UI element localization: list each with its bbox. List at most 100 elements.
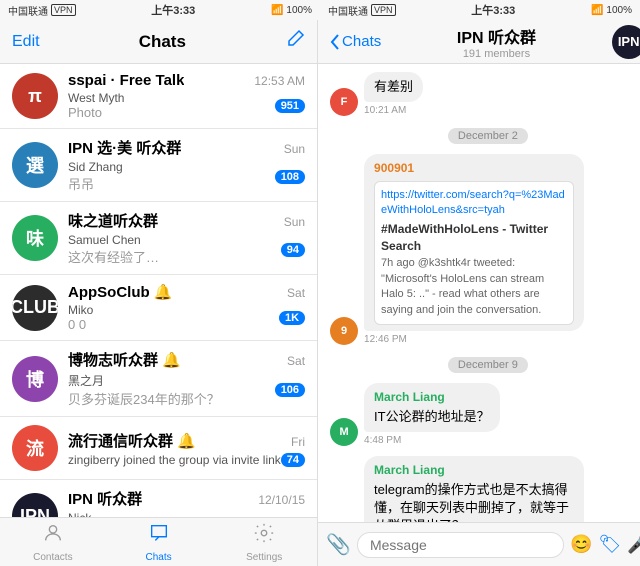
msg-bubble: 900901 https://twitter.com/search?q=%23M…: [364, 154, 584, 331]
date-divider: December 2: [330, 126, 640, 144]
msg-sender: March Liang: [374, 462, 574, 479]
msg-bubble: 有差别: [364, 72, 423, 102]
chat-avatar: 選: [12, 142, 58, 188]
settings-icon: [253, 522, 275, 550]
input-bar: 📎 😊 🏷 🎤: [318, 522, 640, 566]
chat-name: 流行通信听众群 🔔: [68, 430, 196, 451]
left-status-bar: 中国联通 VPN 上午3:33 📶 100%: [0, 0, 320, 20]
chat-item-content: IPN 选·美 听众群 Sun Sid Zhang 吊吊 108: [68, 137, 305, 193]
left-time: 上午3:33: [79, 2, 268, 18]
chat-subtitle: zingiberry joined the group via invite l…: [68, 453, 281, 467]
left-battery: 100%: [286, 5, 312, 16]
compose-button[interactable]: [285, 29, 305, 55]
message-input[interactable]: [357, 532, 564, 558]
chat-list-item[interactable]: 博 博物志听众群 🔔 Sat 黑之月 贝多芬诞辰234年的那个？ 106: [0, 341, 317, 417]
chat-preview: 吊吊: [68, 174, 123, 193]
link-url[interactable]: https://twitter.com/search?q=%23MadeWith…: [381, 188, 567, 219]
message-row: M March LiangIT公论群的地址是？ 4:48 PM: [330, 383, 640, 446]
chat-avatar: 博: [12, 356, 58, 402]
chat-list-item[interactable]: 味 味之道听众群 Sun Samuel Chen 这次有经验了… 94: [0, 202, 317, 275]
chat-item-content: AppSoClub 🔔 Sat Miko 0 0 1K: [68, 283, 305, 332]
chats-panel: Edit Chats π sspai · Free Talk 12:53 AM …: [0, 20, 318, 566]
chat-badge: 951: [275, 99, 305, 113]
msg-avatar: 9: [330, 317, 358, 345]
mic-button[interactable]: 🎤: [627, 534, 640, 555]
chat-preview: Photo: [68, 105, 124, 120]
chat-subtitle: West Myth: [68, 91, 124, 105]
detail-header: Chats IPN 听众群 191 members IPN: [318, 20, 640, 64]
right-carrier: 中国联通: [328, 3, 368, 18]
msg-text: 有差别: [374, 78, 413, 96]
msg-time: 4:48 PM: [364, 435, 500, 446]
chat-list-item[interactable]: 選 IPN 选·美 听众群 Sun Sid Zhang 吊吊 108: [0, 129, 317, 202]
chat-name: AppSoClub 🔔: [68, 283, 173, 301]
tab-chats[interactable]: Chats: [106, 518, 212, 566]
chat-subtitle: Samuel Chen: [68, 233, 159, 247]
chat-list-item[interactable]: IPN IPN 听众群 12/10/15 Nick 并不是: [0, 480, 317, 517]
left-vpn: VPN: [51, 4, 76, 16]
msg-avatar: F: [330, 88, 358, 116]
chat-time: Fri: [291, 435, 305, 449]
chat-item-content: 博物志听众群 🔔 Sat 黑之月 贝多芬诞辰234年的那个？ 106: [68, 349, 305, 408]
message-row: 9 900901 https://twitter.com/search?q=%2…: [330, 154, 640, 345]
chat-preview: 这次有经验了…: [68, 247, 159, 266]
chat-list-item[interactable]: π sspai · Free Talk 12:53 AM West Myth P…: [0, 64, 317, 129]
sticker-button[interactable]: 🏷: [598, 534, 621, 555]
chat-subtitle: 黑之月: [68, 372, 220, 389]
chat-time: 12:53 AM: [254, 74, 305, 88]
chat-time: Sun: [284, 142, 305, 156]
chat-subtitle: Miko: [68, 303, 93, 317]
chat-subtitle: Sid Zhang: [68, 160, 123, 174]
msg-bubble: March Liang IT公论群的地址是？: [364, 383, 500, 432]
chat-name: 博物志听众群 🔔: [68, 349, 181, 370]
msg-bubble: March Liang telegram的操作方式也是不太搞得懂，在聊天列表中删掉…: [364, 456, 584, 522]
chat-list: π sspai · Free Talk 12:53 AM West Myth P…: [0, 64, 317, 517]
chat-item-content: 味之道听众群 Sun Samuel Chen 这次有经验了… 94: [68, 210, 305, 266]
chat-avatar: π: [12, 73, 58, 119]
msg-text: telegram的操作方式也是不太搞得懂，在聊天列表中删掉了，就等于从群里退出了…: [374, 481, 574, 522]
tab-contacts[interactable]: Contacts: [0, 518, 106, 566]
chat-time: Sun: [284, 215, 305, 229]
chat-detail: Chats IPN 听众群 191 members IPN F 有差别 10:2…: [318, 20, 640, 566]
chat-time: Sat: [287, 354, 305, 368]
msg-time: 10:21 AM: [364, 105, 423, 116]
chat-list-item[interactable]: 流 流行通信听众群 🔔 Fri zingiberry joined the gr…: [0, 417, 317, 480]
chat-avatar: CLUB: [12, 285, 58, 331]
right-vpn: VPN: [371, 4, 396, 16]
chats-tab-label: Chats: [145, 552, 171, 563]
right-battery: 100%: [606, 5, 632, 16]
msg-sender: 900901: [374, 160, 574, 177]
attach-button[interactable]: 📎: [326, 532, 351, 557]
chat-preview: 贝多芬诞辰234年的那个？: [68, 389, 220, 408]
detail-member-count: 191 members: [381, 48, 611, 60]
date-divider: December 9: [330, 355, 640, 373]
link-desc: 7h ago @k3shtk4r tweeted: "Microsoft's H…: [381, 256, 567, 318]
contacts-label: Contacts: [33, 552, 72, 563]
chat-preview: 0 0: [68, 317, 93, 332]
link-preview: https://twitter.com/search?q=%23MadeWith…: [374, 181, 574, 325]
chat-item-content: sspai · Free Talk 12:53 AM West Myth Pho…: [68, 72, 305, 120]
chats-header: Edit Chats: [0, 20, 317, 64]
emoji-button[interactable]: 😊: [570, 534, 592, 555]
right-signal: 📶: [591, 5, 603, 16]
detail-title-block: IPN 听众群 191 members: [381, 24, 611, 60]
back-label: Chats: [342, 33, 381, 50]
chat-name: IPN 听众群: [68, 488, 142, 509]
settings-label: Settings: [246, 552, 282, 563]
chat-list-item[interactable]: CLUB AppSoClub 🔔 Sat Miko 0 0 1K: [0, 275, 317, 341]
edit-button[interactable]: Edit: [12, 33, 40, 51]
tab-settings[interactable]: Settings: [211, 518, 317, 566]
left-battery-icon: 📶: [271, 5, 283, 16]
tab-bar: Contacts Chats Settings: [0, 517, 317, 566]
message-row: F 有差别 10:21 AM: [330, 72, 640, 116]
chat-item-content: 流行通信听众群 🔔 Fri zingiberry joined the grou…: [68, 430, 305, 467]
back-button[interactable]: Chats: [330, 33, 381, 50]
right-time: 上午3:33: [399, 2, 588, 18]
msg-text: IT公论群的地址是？: [374, 408, 490, 426]
chat-name: sspai · Free Talk: [68, 72, 184, 89]
left-carrier: 中国联通: [8, 3, 48, 18]
chat-avatar: 味: [12, 215, 58, 261]
msg-sender: March Liang: [374, 389, 490, 406]
detail-header-avatar[interactable]: IPN: [612, 25, 640, 59]
detail-group-name: IPN 听众群: [381, 24, 611, 48]
